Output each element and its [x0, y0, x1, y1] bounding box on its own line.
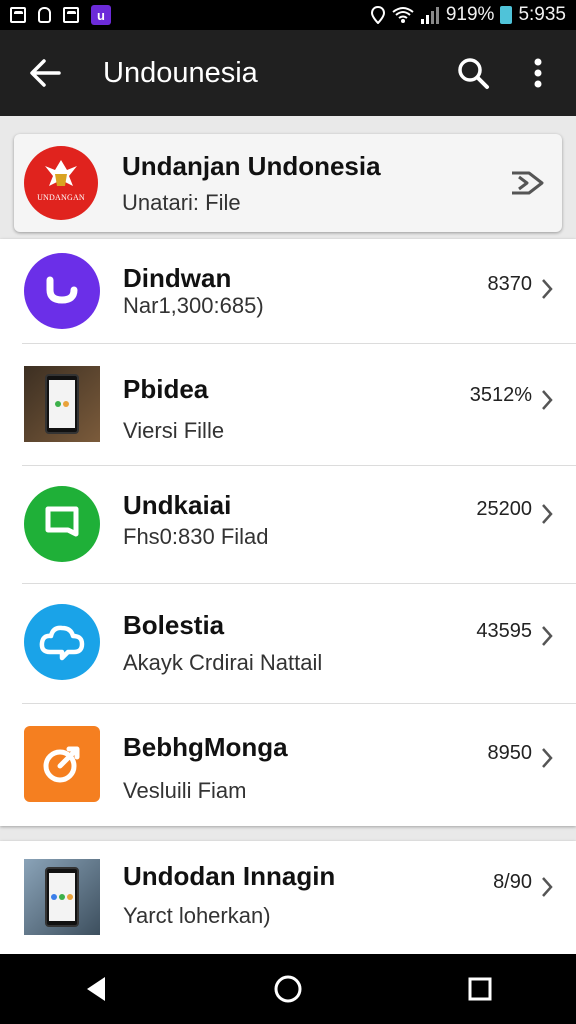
nav-back-button[interactable] — [66, 959, 126, 1019]
list-item[interactable]: BebhgMonga Vesluili Fiam 8950 — [0, 704, 576, 826]
chevron-right-icon — [542, 390, 553, 410]
list-item[interactable]: Undkaiai Fhs0:830 Filad 25200 — [0, 466, 576, 583]
item-count: 8370 — [487, 273, 533, 295]
chevron-right-icon — [542, 877, 553, 897]
item-name: Undodan Innagin — [123, 861, 336, 891]
list-item[interactable]: Bolestia Akayk Crdirai Nattail 43595 — [0, 584, 576, 703]
item-desc: Viersi Fille — [123, 418, 225, 443]
chat-bubble-icon — [24, 486, 100, 562]
featured-texts: Undanjan Undonesia Unatari: File — [122, 151, 502, 216]
target-icon — [24, 726, 100, 802]
gallery-notification-icon — [63, 7, 79, 23]
list-item[interactable]: Pbidea Viersi Fille 3512% — [0, 344, 576, 465]
item-icon — [24, 726, 100, 802]
content-area: UNDANGAN Undanjan Undonesia Unatari: Fil… — [0, 116, 576, 954]
location-icon — [370, 6, 385, 24]
search-button[interactable] — [438, 30, 508, 116]
item-desc: Akayk Crdirai Nattail — [123, 650, 323, 675]
app-bar: Undounesia — [0, 30, 576, 116]
chevron-right-icon — [542, 279, 553, 299]
nav-recents-button[interactable] — [450, 959, 510, 1019]
wifi-icon — [392, 7, 414, 23]
battery-icon — [500, 6, 513, 24]
status-right: 919% 5:935 — [370, 4, 566, 26]
triangle-back-icon — [87, 977, 105, 1001]
bag-notification-icon — [38, 7, 51, 23]
photo-notification-icon — [10, 7, 26, 23]
list-item[interactable]: Dindwan Nar1,300:685) 8370 — [0, 239, 576, 343]
item-name: Undkaiai — [123, 490, 232, 520]
item-count: 3512% — [469, 384, 532, 406]
phone-photo-icon — [24, 366, 100, 442]
featured-card[interactable]: UNDANGAN Undanjan Undonesia Unatari: Fil… — [14, 134, 562, 232]
item-count: 8950 — [487, 742, 533, 764]
item-desc: Nar1,300:685) — [123, 293, 264, 318]
phone-hand-icon — [24, 859, 100, 935]
item-count: 25200 — [476, 498, 532, 520]
item-icon — [24, 604, 100, 680]
item-count: 8/90 — [493, 871, 532, 893]
signal-icon — [420, 7, 439, 24]
item-icon — [24, 486, 100, 562]
app-notification-icon: u — [91, 5, 111, 25]
share-arrow-icon — [512, 171, 544, 195]
search-icon — [458, 58, 489, 89]
chevron-right-icon — [542, 504, 553, 524]
logo-text: UNDANGAN — [37, 193, 85, 202]
chevron-right-icon — [542, 748, 553, 768]
item-desc: Yarct loherkan) — [123, 903, 271, 928]
circle-home-icon — [274, 975, 302, 1003]
garuda-emblem-icon — [45, 160, 77, 186]
more-options-button[interactable] — [508, 30, 568, 116]
featured-subtitle: Unatari: File — [122, 189, 241, 215]
item-desc: Vesluili Fiam — [123, 778, 247, 803]
share-button[interactable] — [502, 167, 552, 199]
arrow-back-icon — [30, 59, 61, 87]
item-name: BebhgMonga — [123, 732, 288, 762]
list-item[interactable]: Undodan Innagin Yarct loherkan) 8/90 — [0, 841, 576, 954]
chevron-right-icon — [542, 626, 553, 646]
featured-title: Undanjan Undonesia — [122, 150, 381, 181]
indonesia-logo-icon: UNDANGAN — [24, 146, 98, 220]
clock: 5:935 — [518, 4, 566, 25]
app-list: Dindwan Nar1,300:685) 8370 Pbidea Viersi… — [0, 239, 576, 826]
page-title: Undounesia — [103, 56, 258, 89]
cloud-chat-icon — [24, 604, 100, 680]
item-name: Dindwan — [123, 263, 232, 293]
navigation-bar — [0, 954, 576, 1024]
item-icon — [24, 859, 100, 935]
item-name: Bolestia — [123, 610, 225, 640]
back-button[interactable] — [0, 30, 90, 116]
item-icon — [24, 366, 100, 442]
status-left: u — [10, 5, 111, 25]
app-list-secondary: Undodan Innagin Yarct loherkan) 8/90 — [0, 841, 576, 954]
item-count: 43595 — [476, 620, 532, 642]
more-vert-icon — [534, 58, 542, 88]
item-icon — [24, 253, 100, 329]
circle-u-icon — [24, 253, 100, 329]
item-name: Pbidea — [123, 374, 209, 404]
status-bar: u 919% 5:935 — [0, 0, 576, 30]
battery-percentage: 919% — [445, 4, 495, 25]
item-desc: Fhs0:830 Filad — [123, 524, 269, 549]
nav-home-button[interactable] — [258, 959, 318, 1019]
square-recents-icon — [468, 977, 492, 1001]
